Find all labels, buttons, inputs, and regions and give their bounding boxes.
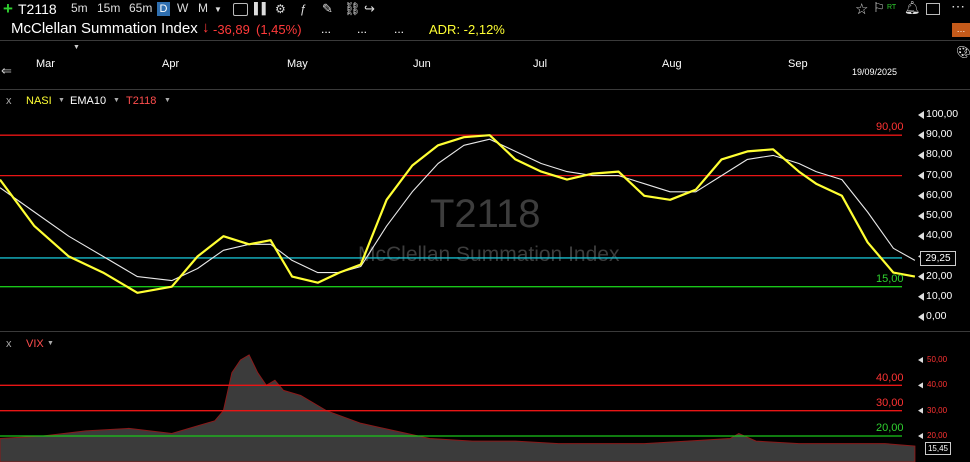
vix-y-tick-marker: [918, 357, 923, 363]
vix-y-tick-label: 20,00: [927, 431, 948, 440]
vix-chart: [0, 354, 923, 462]
month-label: May: [287, 58, 308, 70]
legend-t2118[interactable]: T2118: [126, 95, 156, 107]
y-tick-marker: [918, 171, 924, 180]
y-tick-marker: [918, 131, 924, 140]
vix-level-label-30: 30,00: [876, 397, 904, 409]
y-tick-label: 40,00: [926, 229, 953, 242]
chart-type-icon[interactable]: [233, 3, 248, 16]
change-percent: (1,45%): [256, 22, 302, 37]
y-tick-label: 70,00: [926, 168, 953, 181]
y-tick-marker: [918, 272, 924, 281]
month-label: Apr: [162, 58, 180, 70]
date-label: 19/09/2025: [852, 67, 898, 77]
vix-y-tick-label: 40,00: [927, 380, 948, 390]
time-axis: ▼ ⇐ 19/09/2025 🎨︎: [0, 41, 970, 89]
quote-bar: McClellan Summation Index ↓ -36,89 (1,45…: [0, 19, 970, 39]
legend-vix[interactable]: VIX: [26, 338, 44, 350]
month-label: Sep: [788, 58, 808, 70]
timeframe-d[interactable]: D: [157, 2, 170, 16]
month-label: Aug: [662, 58, 682, 70]
share-icon[interactable]: ↪: [364, 1, 375, 17]
collapse-arrow-icon[interactable]: ▼: [73, 44, 80, 51]
top-toolbar: + T2118 5m 15m 65m D W M ▼ ▌▌ ⚙ ƒ ✎ ⛓ ↪ …: [0, 0, 970, 19]
close-main-legend-icon[interactable]: x: [6, 95, 12, 107]
indicator-icon[interactable]: ƒ: [300, 2, 307, 16]
pencil-icon[interactable]: ✎: [322, 1, 333, 17]
timeframe-15m[interactable]: 15m: [97, 1, 120, 15]
panel-menu-icon[interactable]: …: [952, 23, 970, 37]
menu-dots-1[interactable]: ...: [321, 22, 331, 36]
y-tick-label: 60,00: [926, 188, 953, 201]
legend-nasi[interactable]: NASI: [26, 95, 52, 107]
y-tick-label: 10,00: [926, 289, 953, 302]
more-icon[interactable]: ⋯: [951, 0, 965, 15]
legend-dropdown-icon[interactable]: ▼: [164, 97, 171, 104]
y-tick-marker: [918, 151, 924, 160]
vix-y-tick-marker: [918, 433, 923, 439]
timeframe-w[interactable]: W: [177, 1, 188, 15]
bell-icon[interactable]: 🔔︎: [904, 0, 921, 16]
left-arrow-icon[interactable]: ⇐: [1, 63, 12, 79]
vix-y-tick-marker: [918, 407, 923, 414]
dropdown-icon[interactable]: ▼: [214, 5, 222, 14]
y-tick-marker: [918, 313, 924, 321]
y-tick-marker: [918, 292, 924, 301]
level-label-90: 90,00: [876, 121, 904, 133]
timeframe-m[interactable]: M: [198, 1, 208, 15]
index-title: McClellan Summation Index: [11, 20, 198, 37]
window-icon[interactable]: [926, 3, 940, 15]
candles-icon[interactable]: ▌▌: [254, 3, 270, 15]
ema10-line: [0, 138, 916, 282]
y-tick-marker: [918, 212, 924, 220]
legend-dropdown-icon[interactable]: ▼: [47, 340, 54, 347]
vix-y-tick-marker: [918, 382, 923, 389]
rt-badge: RT: [887, 4, 897, 11]
palette-icon[interactable]: 🎨︎: [956, 45, 970, 59]
y-tick-label: 100,00: [926, 108, 959, 120]
y-tick-marker: [918, 191, 924, 200]
month-label: Jul: [533, 58, 548, 70]
close-vix-legend-icon[interactable]: x: [6, 338, 12, 350]
vix-y-tick-label: 30,00: [927, 405, 948, 415]
adr-label: ADR: -2,12%: [429, 22, 505, 37]
legend-ema10[interactable]: EMA10: [70, 95, 106, 107]
menu-dots-2[interactable]: ...: [357, 22, 367, 36]
y-tick-label: 20,00: [926, 269, 953, 282]
legend-dropdown-icon[interactable]: ▼: [113, 97, 120, 104]
add-icon[interactable]: +: [3, 0, 13, 19]
y-tick-label: 50,00: [926, 209, 953, 221]
vix-area: [0, 354, 916, 462]
settings-icon[interactable]: ⚙: [275, 2, 286, 16]
y-tick-label: 0,00: [926, 310, 947, 322]
y-tick-marker: [918, 111, 924, 119]
link-icon[interactable]: ⛓: [344, 1, 361, 17]
last-value-box: 29,25: [920, 251, 956, 266]
timeframe-65m[interactable]: 65m: [129, 1, 152, 15]
legend-dropdown-icon[interactable]: ▼: [58, 97, 65, 104]
vix-level-label-20: 20,00: [876, 422, 904, 434]
down-arrow-icon: ↓: [202, 19, 210, 36]
change-value: -36,89: [213, 22, 250, 37]
summation-index-chart: [0, 111, 924, 321]
y-tick-marker: [918, 232, 924, 241]
timeframe-5m[interactable]: 5m: [71, 1, 88, 15]
month-label: Mar: [36, 58, 55, 70]
month-label: Jun: [413, 58, 431, 70]
y-tick-label: 90,00: [926, 128, 953, 141]
symbol-label[interactable]: T2118: [18, 1, 57, 17]
vix-y-tick-label: 50,00: [927, 355, 948, 364]
vix-level-label-40: 40,00: [876, 372, 904, 384]
vix-last-value-box: 15,45: [925, 442, 951, 455]
level-label-15: 15,00: [876, 273, 904, 285]
y-tick-label: 80,00: [926, 148, 953, 161]
star-icon[interactable]: ☆: [855, 0, 868, 18]
flag-icon[interactable]: ⚐: [873, 0, 885, 16]
nasi-line: [0, 134, 916, 294]
menu-dots-3[interactable]: ...: [394, 22, 404, 36]
